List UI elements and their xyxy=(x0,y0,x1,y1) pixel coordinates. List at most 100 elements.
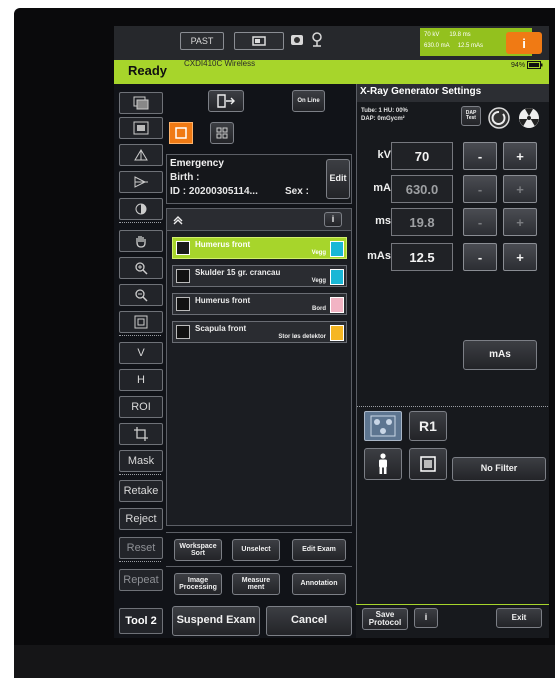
repeat-button[interactable]: Repeat xyxy=(119,569,163,591)
mas-plus-button[interactable]: + xyxy=(503,243,537,271)
protocol-item[interactable]: Humerus front Vegg xyxy=(172,237,347,259)
flip-horizontal-button[interactable] xyxy=(119,171,163,193)
dose-kv: 70 kV xyxy=(424,32,440,38)
measurement-button[interactable]: Measure ment xyxy=(232,573,280,595)
r1-label: R1 xyxy=(419,417,437,434)
ma-minus-button[interactable]: - xyxy=(463,175,497,203)
layout-toggle-button[interactable] xyxy=(234,32,284,50)
kv-minus-button[interactable]: - xyxy=(463,142,497,170)
chamber-button[interactable] xyxy=(364,411,402,441)
collapse-chevron-icon[interactable] xyxy=(172,213,184,231)
fit-button[interactable] xyxy=(119,311,163,333)
cancel-button[interactable]: Cancel xyxy=(266,606,352,636)
save-protocol-button[interactable]: Save Protocol xyxy=(362,608,408,630)
protocol-checkbox[interactable] xyxy=(176,325,190,339)
pan-button[interactable] xyxy=(119,230,163,252)
kv-value[interactable]: 70 xyxy=(391,142,453,170)
r1-button[interactable]: R1 xyxy=(409,411,447,441)
power-icon[interactable] xyxy=(487,106,511,135)
suspend-exam-label: Suspend Exam xyxy=(176,614,256,627)
stack-tool-button[interactable] xyxy=(119,92,163,114)
table-icon xyxy=(330,297,344,313)
protocol-title: Skulder 15 gr. crancau xyxy=(195,268,281,277)
generator-info-button[interactable]: i xyxy=(414,608,438,628)
zoom-in-button[interactable] xyxy=(119,257,163,279)
invert-button[interactable] xyxy=(119,198,163,220)
suspend-exam-button[interactable]: Suspend Exam xyxy=(172,606,260,636)
camera-icon[interactable] xyxy=(290,33,304,52)
annotation-button[interactable]: Annotation xyxy=(292,573,346,595)
filter-button[interactable]: No Filter xyxy=(452,457,546,481)
zoom-out-icon xyxy=(135,289,148,302)
mas-minus-button[interactable]: - xyxy=(463,243,497,271)
image-processing-button[interactable]: Image Processing xyxy=(174,573,222,595)
ms-label: ms xyxy=(375,215,391,227)
protocol-item[interactable]: Skulder 15 gr. crancau Vegg xyxy=(172,265,347,287)
protocol-sub: Stor løs detektor xyxy=(278,334,326,340)
cancel-label: Cancel xyxy=(290,614,328,627)
flip-horizontal-icon xyxy=(134,176,148,188)
ma-value[interactable]: 630.0 xyxy=(391,175,453,203)
crop-icon xyxy=(134,427,148,441)
dap-test-button[interactable]: DAP Test xyxy=(461,106,481,126)
ma-plus-button[interactable]: + xyxy=(503,175,537,203)
generator-info-label: i xyxy=(424,612,428,623)
mas-value[interactable]: 12.5 xyxy=(391,243,453,271)
protocol-item[interactable]: Humerus front Bord xyxy=(172,293,347,315)
kv-label: kV xyxy=(377,149,391,161)
kv-plus-button[interactable]: + xyxy=(503,142,537,170)
protocol-info-button[interactable]: i xyxy=(324,212,342,227)
protocol-checkbox[interactable] xyxy=(176,269,190,283)
patient-sex: Sex : xyxy=(285,186,309,197)
retake-button[interactable]: Retake xyxy=(119,480,163,502)
radiation-icon[interactable] xyxy=(517,106,541,135)
dap-value: DAP: 0mGycm² xyxy=(361,116,405,122)
ms-plus-button[interactable]: + xyxy=(503,208,537,236)
location-icon[interactable] xyxy=(311,32,323,53)
mas-label: mAs xyxy=(367,250,391,262)
image-tool-button[interactable] xyxy=(119,117,163,139)
info-label: i xyxy=(522,35,526,51)
grid-view-button[interactable] xyxy=(210,122,234,144)
repeat-label: Repeat xyxy=(119,569,163,591)
single-view-button[interactable] xyxy=(169,122,193,144)
protocol-item[interactable]: Scapula front Stor løs detektor xyxy=(172,321,347,343)
top-bar: PAST 70 kV 19.8 ms 630.0 mA 12.5 mAs i xyxy=(114,26,549,60)
exit-button[interactable]: Exit xyxy=(496,608,542,628)
mask-button[interactable]: Mask xyxy=(119,450,163,472)
online-button[interactable]: On Line xyxy=(292,90,325,112)
reset-label: Reset xyxy=(119,537,163,559)
image-processing-label: Image Processing xyxy=(179,576,217,591)
collimation-button[interactable] xyxy=(409,448,447,480)
v-button[interactable]: V xyxy=(119,342,163,364)
h-button[interactable]: H xyxy=(119,369,163,391)
zoom-out-button[interactable] xyxy=(119,284,163,306)
protocol-checkbox[interactable] xyxy=(176,241,190,255)
past-button[interactable]: PAST xyxy=(180,32,224,50)
ms-minus-button[interactable]: - xyxy=(463,208,497,236)
edit-exam-button[interactable]: Edit Exam xyxy=(292,539,346,561)
crop-button[interactable] xyxy=(119,423,163,445)
filter-label: No Filter xyxy=(480,463,518,474)
roi-button[interactable]: ROI xyxy=(119,396,163,418)
protocol-checkbox[interactable] xyxy=(176,297,190,311)
tool2-button[interactable]: Tool 2 xyxy=(119,608,163,634)
patient-size-button[interactable] xyxy=(364,448,402,480)
dose-ma: 630.0 mA xyxy=(424,43,450,49)
annotation-label: Annotation xyxy=(300,580,338,588)
invert-icon xyxy=(135,203,147,215)
mas-mode-button[interactable]: mAs xyxy=(463,340,537,370)
exit-patient-button[interactable] xyxy=(208,90,244,112)
edit-patient-button[interactable]: Edit xyxy=(326,159,350,199)
flip-vertical-button[interactable] xyxy=(119,144,163,166)
unselect-button[interactable]: Unselect xyxy=(232,539,280,561)
reset-button[interactable]: Reset xyxy=(119,537,163,559)
info-button[interactable]: i xyxy=(506,32,542,54)
status-bar: Ready CXDI410C Wireless 94% xyxy=(114,59,549,84)
workspace-sort-button[interactable]: Workspace Sort xyxy=(174,539,222,561)
generator-divider xyxy=(357,406,549,407)
ms-value[interactable]: 19.8 xyxy=(391,208,453,236)
tool2-label: Tool 2 xyxy=(119,608,163,634)
reject-button[interactable]: Reject xyxy=(119,508,163,530)
reject-label: Reject xyxy=(119,508,163,530)
